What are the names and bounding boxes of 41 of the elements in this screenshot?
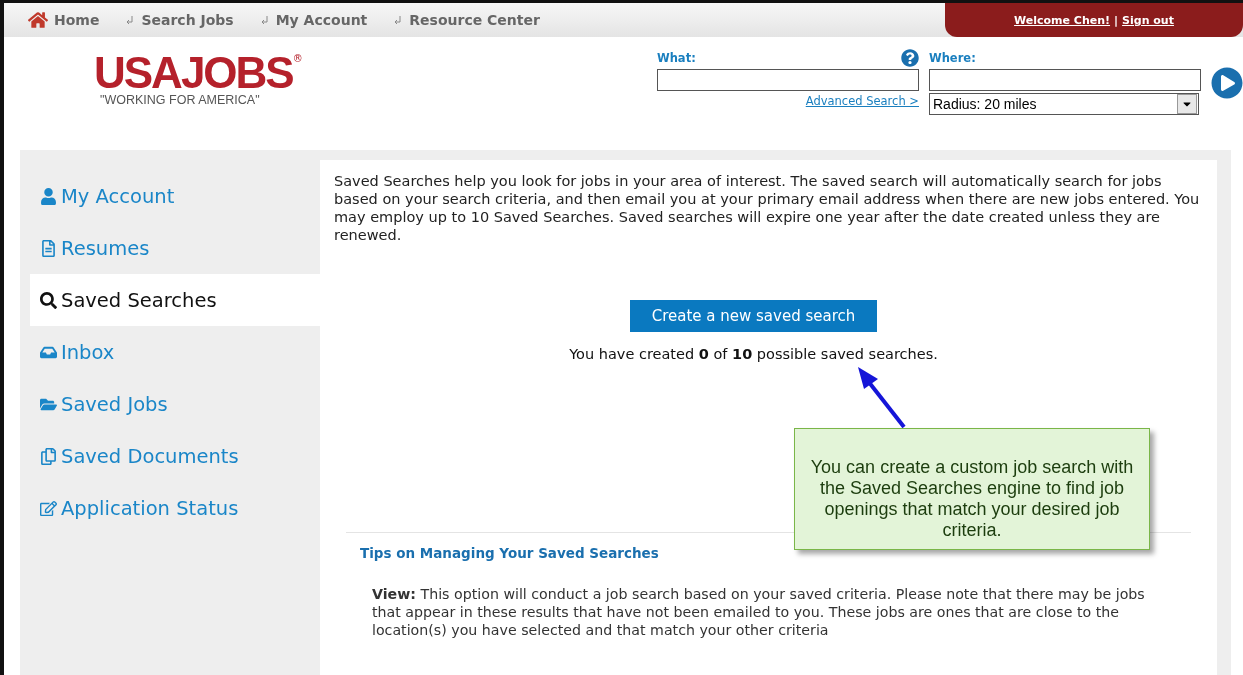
sidebar-item[interactable]: Saved Documents	[30, 430, 320, 482]
user-icon	[40, 187, 57, 205]
pointer-arrow	[856, 365, 908, 429]
where-field[interactable]	[929, 69, 1201, 91]
corner-arrow-icon	[393, 15, 404, 25]
sidebar-item[interactable]: Saved Searches	[30, 274, 320, 326]
search-count-text: You have created 0 of 10 possible saved searches.	[569, 346, 938, 362]
corner-arrow-icon	[259, 15, 270, 25]
search-button[interactable]	[1211, 67, 1243, 99]
nav-link[interactable]: My Account	[259, 12, 368, 28]
help-icon[interactable]	[901, 49, 919, 67]
separator: |	[1114, 13, 1119, 27]
search-icon	[40, 291, 57, 309]
radius-dropdown[interactable]: Radius: 20 miles	[929, 93, 1199, 115]
intro-paragraph: Saved Searches help you look for jobs in your area of interest. The saved search will automatically search for jobs based on your search criteria, and then email you at your primary email address when there are new jobs entered. You may employ up to 10 Saved Searches. Saved searches will expire one year after the date created unless they are renewed.	[334, 172, 1201, 244]
what-field[interactable]	[657, 69, 919, 91]
sidebar-item[interactable]: Saved Jobs	[30, 378, 320, 430]
sidebar-item[interactable]: Resumes	[30, 222, 320, 274]
copy-icon	[40, 447, 57, 465]
sidebar-item[interactable]: Application Status	[30, 482, 320, 534]
nav-link[interactable]: Resource Center	[393, 12, 540, 28]
home-icon	[28, 10, 48, 30]
tips-heading: Tips on Managing Your Saved Searches	[360, 545, 660, 561]
what-label: What:	[657, 51, 696, 65]
document-icon	[40, 239, 57, 257]
nav-link[interactable]: Search Jobs	[125, 12, 234, 28]
logo-text: USAJOBS	[94, 53, 293, 93]
sidebar-item[interactable]: My Account	[30, 170, 320, 222]
corner-arrow-icon	[125, 15, 136, 25]
sidebar-item[interactable]: Inbox	[30, 326, 320, 378]
tip-text: View: This option will conduct a job search based on your saved criteria. Please note that there may be jobs that appear in these results that have not been emailed to you. These jobs are ones that are close to the location(s) you have selected and that match your other criteria	[372, 586, 1145, 638]
registered-mark: ®	[292, 53, 303, 64]
logo-tagline: "WORKING FOR AMERICA"	[100, 93, 261, 107]
sign-out-link[interactable]: Sign out	[1122, 13, 1174, 27]
welcome-link[interactable]: Welcome Chen!	[1014, 13, 1111, 27]
edit-icon	[40, 499, 57, 517]
where-label: Where:	[929, 51, 976, 65]
nav-link[interactable]: Home	[28, 10, 100, 30]
create-search-button[interactable]: Create a new saved search	[629, 300, 878, 332]
callout-note: You can create a custom job search with the Saved Searches engine to find job openings that match your desired job criteria.	[794, 428, 1150, 550]
advanced-search-link[interactable]: Advanced Search >	[805, 94, 919, 108]
